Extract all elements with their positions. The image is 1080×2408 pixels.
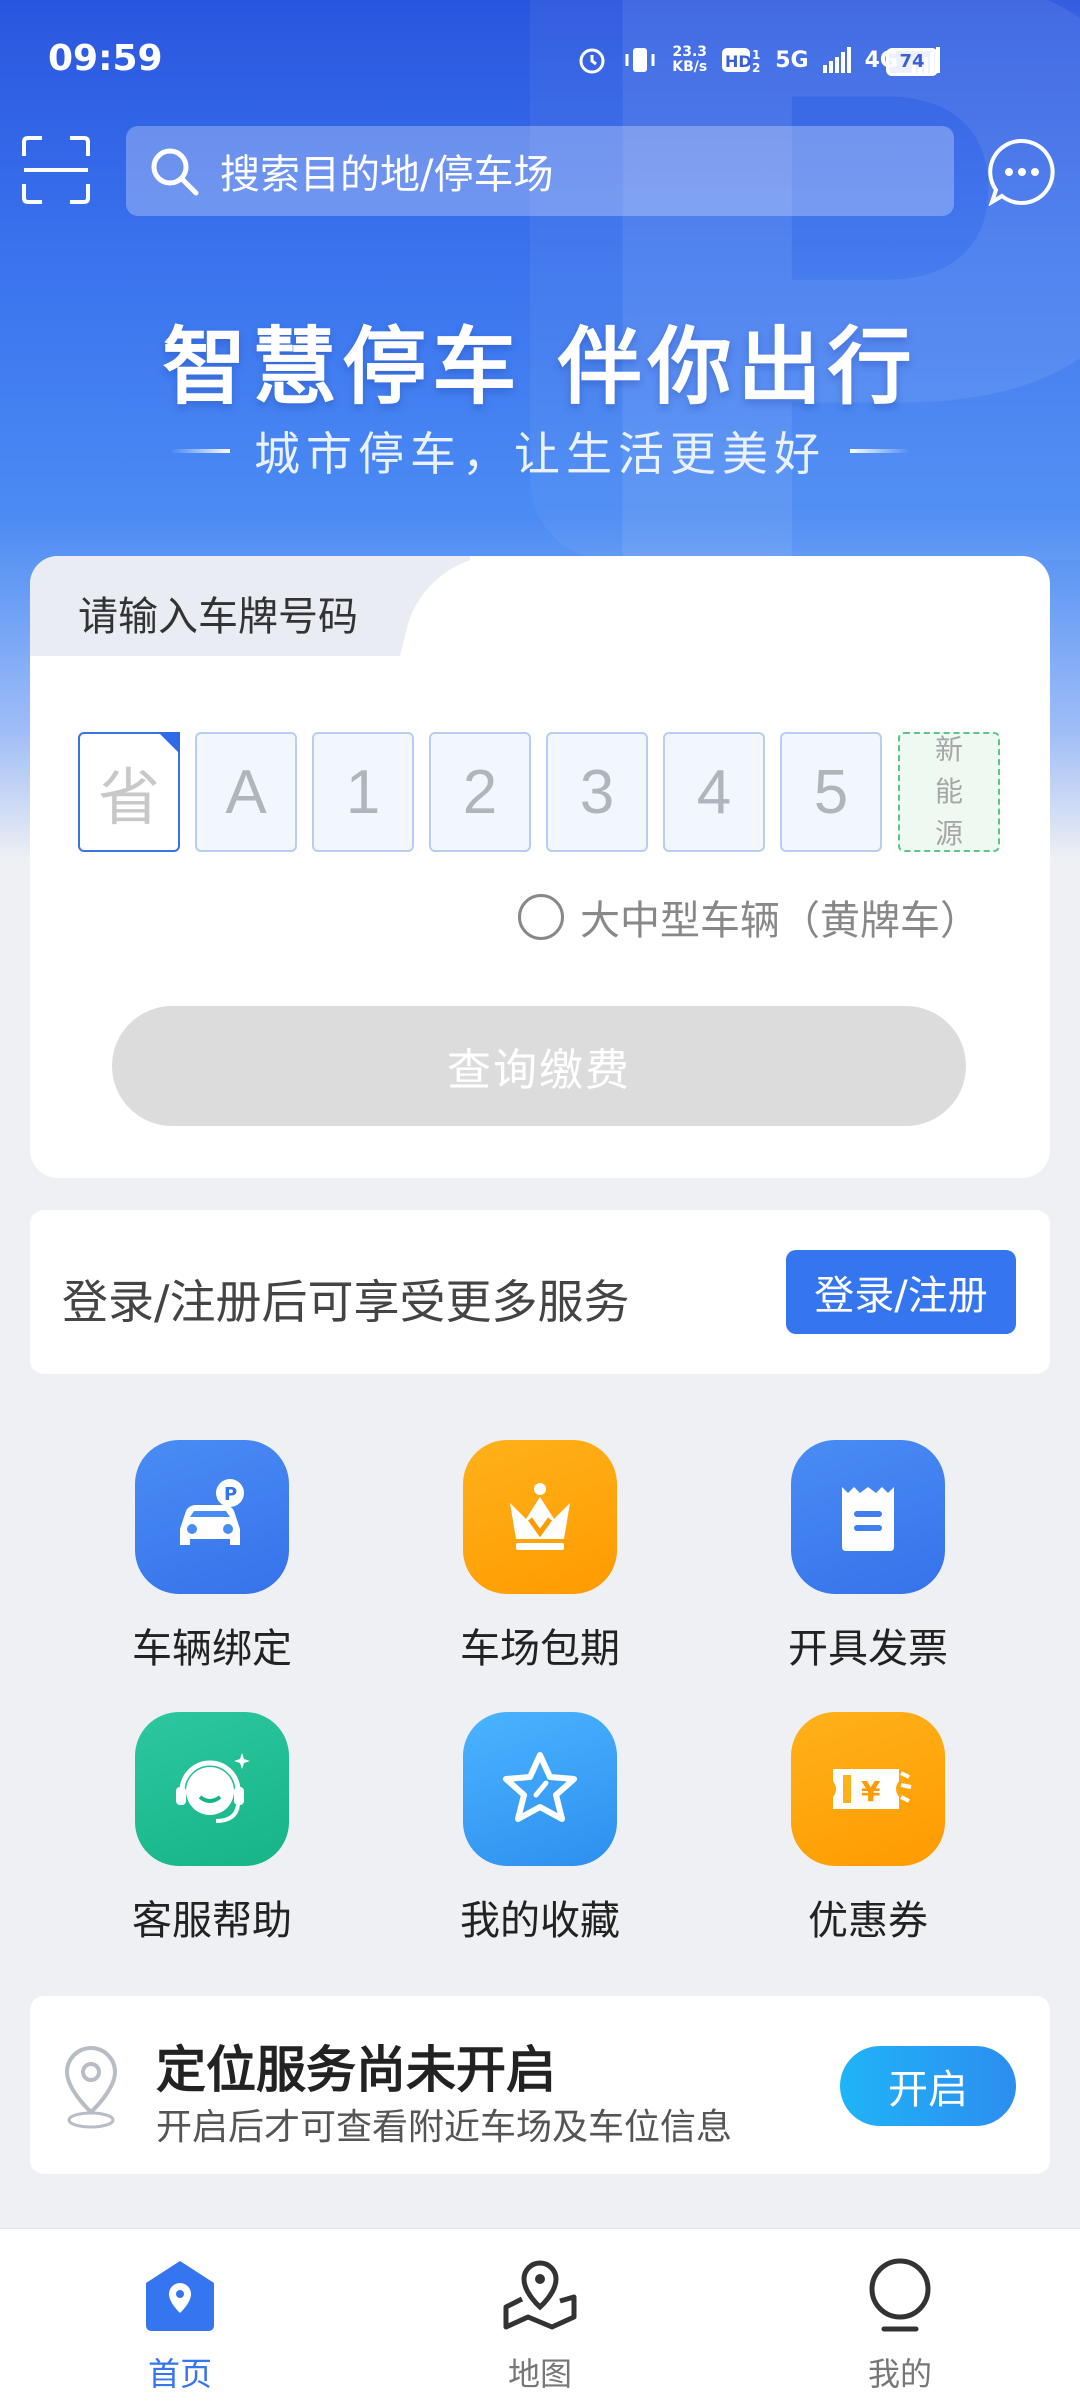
net-speed: 23.3 KB/s: [672, 45, 707, 75]
login-card: 登录/注册后可享受更多服务 登录/注册: [30, 1210, 1050, 1374]
service-customer-help[interactable]: 客服帮助: [112, 1712, 312, 1946]
yellow-plate-radio[interactable]: [518, 894, 564, 940]
svg-text:¥: ¥: [861, 1775, 881, 1808]
scan-button[interactable]: [22, 136, 90, 204]
hero-subtitle: 城市停车，让生活更美好: [0, 418, 1080, 484]
location-description: 开启后才可查看附近车场及车位信息: [156, 2107, 733, 2148]
alarm-icon: [579, 48, 605, 74]
plate-input-card: 请输入车牌号码 省 A 1 2 3 4 5 新 能 源 大中型车辆（黄牌车） 查…: [30, 556, 1050, 1178]
service-label: 我的收藏: [460, 1898, 620, 1944]
location-card: 定位服务尚未开启 开启后才可查看附近车场及车位信息 开启: [30, 1996, 1050, 2174]
hero-title: 智慧停车 伴你出行: [162, 318, 918, 416]
net-speed-value: 23.3: [672, 44, 708, 60]
invoice-icon: [791, 1440, 945, 1594]
service-coupons[interactable]: ¥ 优惠券: [768, 1712, 968, 1946]
yellow-plate-label: 大中型车辆（黄牌车）: [580, 898, 980, 944]
coupon-icon: ¥: [791, 1712, 945, 1866]
service-parking-period[interactable]: 车场包期: [440, 1440, 640, 1674]
hero-subtitle-text: 城市停车，让生活更美好: [254, 427, 826, 481]
service-label: 优惠券: [808, 1898, 928, 1944]
service-grid: P 车辆绑定 车场包期 开具发票 客服帮助 我的收藏 ¥ 优惠券: [0, 1440, 1080, 1960]
net-speed-unit: KB/s: [672, 59, 708, 75]
bottom-nav: 首页 地图 我的: [0, 2228, 1080, 2408]
plate-cell-5[interactable]: 3: [546, 732, 648, 852]
service-favorites[interactable]: 我的收藏: [440, 1712, 640, 1946]
headset-icon: [135, 1712, 289, 1866]
service-label: 车场包期: [460, 1626, 620, 1672]
search-bar[interactable]: 搜索目的地/停车场: [126, 126, 954, 216]
yellow-plate-option[interactable]: 大中型车辆（黄牌车）: [518, 888, 980, 946]
chat-icon: [988, 138, 1055, 207]
service-vehicle-binding[interactable]: P 车辆绑定: [112, 1440, 312, 1674]
signal-bars-icon: [822, 47, 851, 73]
scan-icon: [22, 136, 90, 204]
nav-home[interactable]: 首页: [80, 2257, 280, 2395]
plate-cell-6[interactable]: 4: [663, 732, 765, 852]
plate-cell-7[interactable]: 5: [780, 732, 882, 852]
plate-cells: 省 A 1 2 3 4 5 新 能 源: [78, 732, 1034, 852]
hd-icon: HD 1 2: [722, 48, 761, 75]
service-label: 客服帮助: [132, 1898, 292, 1944]
car-parking-icon: P: [135, 1440, 289, 1594]
login-prompt-text: 登录/注册后可享受更多服务: [62, 1275, 630, 1329]
service-label: 车辆绑定: [132, 1626, 292, 1672]
nav-label: 地图: [507, 2355, 572, 2393]
plate-cell-4[interactable]: 2: [429, 732, 531, 852]
service-label: 开具发票: [788, 1626, 948, 1672]
new-energy-char-2: 能: [934, 775, 963, 808]
subtitle-dash-left: [170, 449, 230, 453]
svg-text:HD: HD: [725, 52, 752, 71]
search-placeholder: 搜索目的地/停车场: [220, 152, 554, 198]
service-invoice[interactable]: 开具发票: [768, 1440, 968, 1674]
nav-map[interactable]: 地图: [440, 2257, 640, 2395]
plate-cell-3[interactable]: 1: [312, 732, 414, 852]
location-pin-icon: [64, 2045, 118, 2129]
home-icon: [146, 2261, 214, 2331]
status-bar: 09:59 23.3 KB/s HD 1 2 5G 4G 74: [0, 0, 1080, 120]
battery-indicator: 74: [886, 48, 938, 76]
nav-label: 首页: [147, 2355, 212, 2393]
subtitle-dash-right: [850, 449, 910, 453]
search-icon: [151, 148, 199, 196]
enable-location-button[interactable]: 开启: [840, 2046, 1016, 2126]
plate-tab-label: 请输入车牌号码: [78, 594, 358, 640]
new-energy-char-1: 新: [934, 733, 963, 766]
message-button[interactable]: [988, 138, 1056, 207]
nav-profile[interactable]: 我的: [800, 2257, 1000, 2395]
app-root: P 09:59 23.3 KB/s HD 1 2 5G 4G 74 搜索目的地/…: [0, 0, 1080, 2408]
svg-text:2: 2: [752, 61, 760, 75]
plate-cell-2[interactable]: A: [195, 732, 297, 852]
svg-text:1: 1: [752, 48, 760, 62]
profile-icon: [869, 2258, 931, 2332]
plate-cell-province[interactable]: 省: [78, 732, 180, 852]
vibrate-icon: [625, 48, 655, 72]
new-energy-char-3: 源: [934, 817, 963, 850]
map-icon: [503, 2260, 577, 2330]
location-title: 定位服务尚未开启: [156, 2041, 556, 2099]
signal-5g-label: 5G: [775, 47, 809, 73]
crown-icon: [463, 1440, 617, 1594]
plate-tab-curve: [400, 556, 535, 656]
star-icon: [463, 1712, 617, 1866]
query-pay-button[interactable]: 查询缴费: [112, 1006, 966, 1126]
plate-cell-new-energy[interactable]: 新 能 源: [898, 732, 1000, 852]
svg-text:P: P: [224, 1484, 237, 1505]
nav-label: 我的: [867, 2355, 932, 2393]
status-time: 09:59: [48, 38, 163, 79]
login-register-button[interactable]: 登录/注册: [786, 1250, 1016, 1334]
plate-tab: 请输入车牌号码: [30, 556, 535, 656]
